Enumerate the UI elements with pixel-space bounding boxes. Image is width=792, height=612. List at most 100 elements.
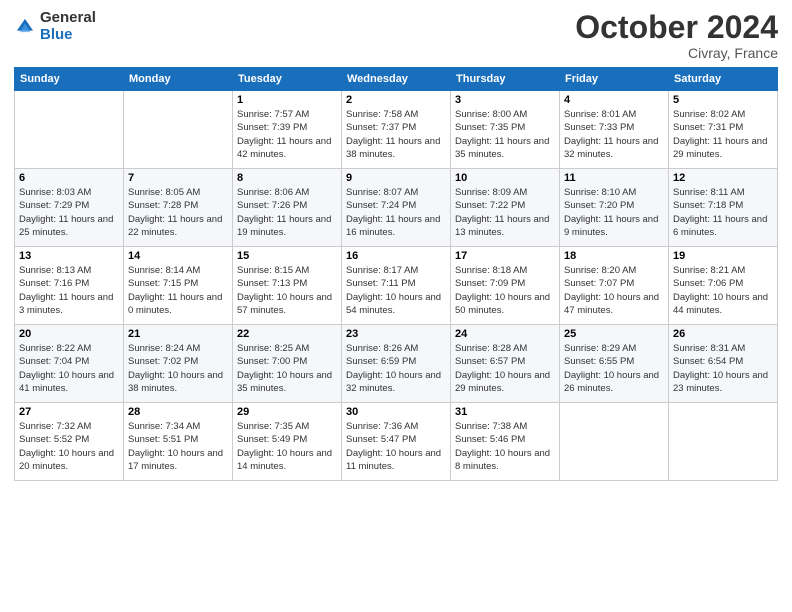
calendar-header-friday: Friday <box>560 68 669 91</box>
calendar-week-row: 1 Sunrise: 7:57 AM Sunset: 7:39 PM Daylig… <box>15 91 778 169</box>
logo-general-text: General <box>40 10 96 27</box>
day-number: 20 <box>19 328 119 340</box>
calendar-cell: 18Sunrise: 8:20 AM Sunset: 7:07 PM Dayli… <box>560 247 669 325</box>
calendar-cell: 1 Sunrise: 7:57 AM Sunset: 7:39 PM Daylig… <box>233 91 342 169</box>
calendar-cell: 29Sunrise: 7:35 AM Sunset: 5:49 PM Dayli… <box>233 403 342 481</box>
day-detail: Sunrise: 8:06 AM Sunset: 7:26 PM Dayligh… <box>237 186 337 239</box>
calendar-cell: 26 Sunrise: 8:31 AM Sunset: 6:54 PM Dayli… <box>669 325 778 403</box>
calendar-cell: 8 Sunrise: 8:06 AM Sunset: 7:26 PM Daylig… <box>233 169 342 247</box>
day-detail: Sunrise: 8:24 AM Sunset: 7:02 PM Dayligh… <box>128 342 228 395</box>
day-detail: Sunrise: 8:31 AM Sunset: 6:54 PM Dayligh… <box>673 342 773 395</box>
day-detail: Sunrise: 8:25 AM Sunset: 7:00 PM Dayligh… <box>237 342 337 395</box>
calendar-week-row: 20Sunrise: 8:22 AM Sunset: 7:04 PM Dayli… <box>15 325 778 403</box>
calendar-cell: 23 Sunrise: 8:26 AM Sunset: 6:59 PM Dayli… <box>342 325 451 403</box>
calendar-header-wednesday: Wednesday <box>342 68 451 91</box>
calendar-cell <box>124 91 233 169</box>
calendar-header-monday: Monday <box>124 68 233 91</box>
day-number: 19 <box>673 250 773 262</box>
day-detail: Sunrise: 7:35 AM Sunset: 5:49 PM Dayligh… <box>237 420 337 473</box>
calendar-table: SundayMondayTuesdayWednesdayThursdayFrid… <box>14 67 778 481</box>
calendar-cell: 13 Sunrise: 8:13 AM Sunset: 7:16 PM Dayli… <box>15 247 124 325</box>
day-number: 31 <box>455 406 555 418</box>
calendar-cell: 12 Sunrise: 8:11 AM Sunset: 7:18 PM Dayli… <box>669 169 778 247</box>
day-detail: Sunrise: 7:58 AM Sunset: 7:37 PM Dayligh… <box>346 108 446 161</box>
calendar-cell: 10 Sunrise: 8:09 AM Sunset: 7:22 PM Dayli… <box>451 169 560 247</box>
day-number: 27 <box>19 406 119 418</box>
logo-blue-text: Blue <box>40 27 96 44</box>
day-number: 25 <box>564 328 664 340</box>
day-number: 14 <box>128 250 228 262</box>
calendar-cell: 31Sunrise: 7:38 AM Sunset: 5:46 PM Dayli… <box>451 403 560 481</box>
day-detail: Sunrise: 7:32 AM Sunset: 5:52 PM Dayligh… <box>19 420 119 473</box>
day-number: 17 <box>455 250 555 262</box>
day-detail: Sunrise: 7:34 AM Sunset: 5:51 PM Dayligh… <box>128 420 228 473</box>
month-title: October 2024 <box>575 10 778 45</box>
day-number: 15 <box>237 250 337 262</box>
calendar-header-thursday: Thursday <box>451 68 560 91</box>
day-number: 23 <box>346 328 446 340</box>
calendar-cell: 3Sunrise: 8:00 AM Sunset: 7:35 PM Daylig… <box>451 91 560 169</box>
calendar-week-row: 27 Sunrise: 7:32 AM Sunset: 5:52 PM Dayli… <box>15 403 778 481</box>
day-detail: Sunrise: 7:57 AM Sunset: 7:39 PM Dayligh… <box>237 108 337 161</box>
calendar-cell: 25 Sunrise: 8:29 AM Sunset: 6:55 PM Dayli… <box>560 325 669 403</box>
location: Civray, France <box>575 45 778 61</box>
calendar-week-row: 13 Sunrise: 8:13 AM Sunset: 7:16 PM Dayli… <box>15 247 778 325</box>
day-detail: Sunrise: 8:28 AM Sunset: 6:57 PM Dayligh… <box>455 342 555 395</box>
day-number: 28 <box>128 406 228 418</box>
calendar-cell: 19 Sunrise: 8:21 AM Sunset: 7:06 PM Dayli… <box>669 247 778 325</box>
calendar-cell: 15 Sunrise: 8:15 AM Sunset: 7:13 PM Dayli… <box>233 247 342 325</box>
day-number: 21 <box>128 328 228 340</box>
day-number: 5 <box>673 94 773 106</box>
day-detail: Sunrise: 8:18 AM Sunset: 7:09 PM Dayligh… <box>455 264 555 317</box>
day-number: 3 <box>455 94 555 106</box>
calendar-cell: 6 Sunrise: 8:03 AM Sunset: 7:29 PM Daylig… <box>15 169 124 247</box>
day-detail: Sunrise: 8:09 AM Sunset: 7:22 PM Dayligh… <box>455 186 555 239</box>
day-number: 11 <box>564 172 664 184</box>
day-detail: Sunrise: 8:26 AM Sunset: 6:59 PM Dayligh… <box>346 342 446 395</box>
calendar-header-saturday: Saturday <box>669 68 778 91</box>
calendar-cell: 7Sunrise: 8:05 AM Sunset: 7:28 PM Daylig… <box>124 169 233 247</box>
day-number: 1 <box>237 94 337 106</box>
calendar-cell: 9Sunrise: 8:07 AM Sunset: 7:24 PM Daylig… <box>342 169 451 247</box>
day-detail: Sunrise: 8:13 AM Sunset: 7:16 PM Dayligh… <box>19 264 119 317</box>
calendar-cell: 21 Sunrise: 8:24 AM Sunset: 7:02 PM Dayli… <box>124 325 233 403</box>
calendar-cell: 2 Sunrise: 7:58 AM Sunset: 7:37 PM Daylig… <box>342 91 451 169</box>
day-number: 8 <box>237 172 337 184</box>
day-detail: Sunrise: 8:17 AM Sunset: 7:11 PM Dayligh… <box>346 264 446 317</box>
calendar-cell: 5Sunrise: 8:02 AM Sunset: 7:31 PM Daylig… <box>669 91 778 169</box>
day-number: 6 <box>19 172 119 184</box>
calendar-cell: 17 Sunrise: 8:18 AM Sunset: 7:09 PM Dayli… <box>451 247 560 325</box>
day-detail: Sunrise: 8:11 AM Sunset: 7:18 PM Dayligh… <box>673 186 773 239</box>
day-number: 10 <box>455 172 555 184</box>
calendar-cell: 27 Sunrise: 7:32 AM Sunset: 5:52 PM Dayli… <box>15 403 124 481</box>
day-detail: Sunrise: 8:07 AM Sunset: 7:24 PM Dayligh… <box>346 186 446 239</box>
calendar-header-sunday: Sunday <box>15 68 124 91</box>
day-number: 13 <box>19 250 119 262</box>
day-number: 24 <box>455 328 555 340</box>
day-detail: Sunrise: 8:01 AM Sunset: 7:33 PM Dayligh… <box>564 108 664 161</box>
calendar-cell: 20Sunrise: 8:22 AM Sunset: 7:04 PM Dayli… <box>15 325 124 403</box>
day-detail: Sunrise: 8:14 AM Sunset: 7:15 PM Dayligh… <box>128 264 228 317</box>
day-detail: Sunrise: 8:03 AM Sunset: 7:29 PM Dayligh… <box>19 186 119 239</box>
day-detail: Sunrise: 8:21 AM Sunset: 7:06 PM Dayligh… <box>673 264 773 317</box>
day-number: 16 <box>346 250 446 262</box>
day-detail: Sunrise: 8:05 AM Sunset: 7:28 PM Dayligh… <box>128 186 228 239</box>
calendar-cell <box>15 91 124 169</box>
calendar-week-row: 6 Sunrise: 8:03 AM Sunset: 7:29 PM Daylig… <box>15 169 778 247</box>
page: General Blue October 2024 Civray, France… <box>0 0 792 612</box>
calendar-cell: 28 Sunrise: 7:34 AM Sunset: 5:51 PM Dayli… <box>124 403 233 481</box>
day-detail: Sunrise: 8:29 AM Sunset: 6:55 PM Dayligh… <box>564 342 664 395</box>
day-detail: Sunrise: 8:15 AM Sunset: 7:13 PM Dayligh… <box>237 264 337 317</box>
day-number: 26 <box>673 328 773 340</box>
day-number: 18 <box>564 250 664 262</box>
day-detail: Sunrise: 8:10 AM Sunset: 7:20 PM Dayligh… <box>564 186 664 239</box>
calendar-cell: 30Sunrise: 7:36 AM Sunset: 5:47 PM Dayli… <box>342 403 451 481</box>
day-number: 12 <box>673 172 773 184</box>
logo-icon <box>14 16 36 38</box>
calendar-header-row: SundayMondayTuesdayWednesdayThursdayFrid… <box>15 68 778 91</box>
day-number: 2 <box>346 94 446 106</box>
day-number: 4 <box>564 94 664 106</box>
day-number: 30 <box>346 406 446 418</box>
logo: General Blue <box>14 10 96 43</box>
calendar-cell: 16 Sunrise: 8:17 AM Sunset: 7:11 PM Dayli… <box>342 247 451 325</box>
